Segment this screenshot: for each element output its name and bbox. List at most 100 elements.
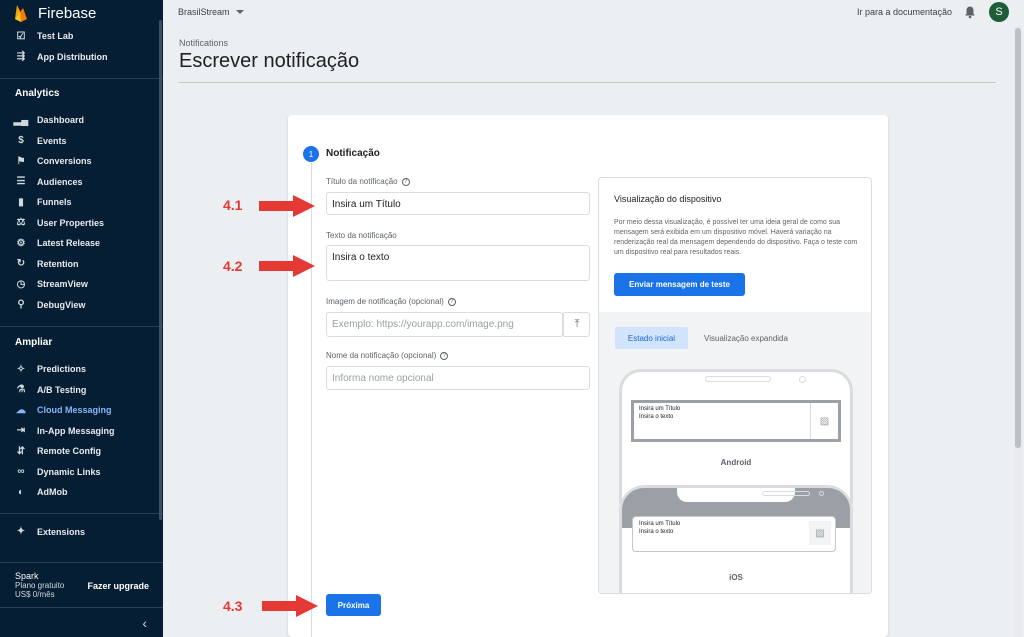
in-app-messaging-icon: ⇥ [16,425,26,437]
tab-expanded-view[interactable]: Visualização expandida [696,327,796,349]
notif-body: Insira o texto [639,529,674,535]
audiences-icon: ☰ [16,176,26,188]
sidebar-scrollbar[interactable] [159,20,162,520]
step-number: 1 [303,146,319,162]
name-label: Nome da notificação (opcional) ? [326,351,449,360]
sidebar-item-remote-config[interactable]: ⇵ Remote Config [0,441,163,462]
notification-name-input[interactable]: Informa nome opcional [326,366,590,390]
remote-config-icon: ⇵ [16,445,26,457]
docs-link[interactable]: Ir para a documentação [857,7,952,17]
sidebar-item-dynamic-links[interactable]: ∞ Dynamic Links [0,462,163,483]
send-test-button[interactable]: Enviar mensagem de teste [614,273,745,296]
image-url-input[interactable]: Exemplo: https://yourapp.com/image.png [326,312,563,337]
latest-release-icon: ⚙ [16,237,26,249]
debug-icon: ⚲ [17,299,25,311]
collapse-sidebar-button[interactable]: ‹ [0,607,163,637]
bell-icon[interactable] [963,5,977,19]
clock-icon: ◷ [16,278,26,290]
cloud-messaging-icon: ☁ [16,404,26,416]
ios-label: iOS [729,573,743,582]
sidebar-item-funnels[interactable]: ▮ Funnels [0,192,163,213]
annotation-label: 4.3 [223,598,243,614]
sidebar-item-in-app-messaging[interactable]: ⇥ In-App Messaging [0,421,163,442]
step-connector [311,163,312,637]
red-arrow-icon [259,195,315,217]
sidebar-item-predictions[interactable]: ✧ Predictions [0,359,163,380]
sidebar-item-streamview[interactable]: ◷ StreamView [0,274,163,295]
ios-notification: Insira um Título Insira o texto ▨ [632,516,836,552]
title-label: Título da notificação ? [326,177,410,186]
red-arrow-icon [259,255,315,277]
sidebar-item-user-properties[interactable]: ⚖ User Properties [0,213,163,234]
camera-shape [799,376,806,383]
project-name: BrasilStream [178,7,230,17]
annotation-label: 4.1 [223,197,243,213]
brand-name: Firebase [38,4,97,22]
plan-info: Spark Plano gratuito US$ 0/mês Fazer upg… [0,562,163,606]
flask-icon: ⚗ [16,384,26,396]
image-placeholder-icon: ▨ [809,521,831,545]
notif-title: Insira um Título [639,521,681,527]
chevron-left-icon: ‹ [142,614,147,631]
sidebar-item-cloud-messaging[interactable]: ☁ Cloud Messaging [0,400,163,421]
sidebar-item-retention[interactable]: ↻ Retention [0,254,163,275]
preview-devices: Estado inicial Visualização expandida In… [599,312,871,593]
topbar: BrasilStream Ir para a documentação S [163,0,1024,26]
preview-description: Por meio dessa visualização, é possível … [614,219,858,256]
help-icon[interactable]: ? [447,297,456,306]
user-properties-icon: ⚖ [16,217,26,229]
sidebar-item-debugview[interactable]: ⚲ DebugView [0,295,163,316]
sidebar-item-audiences[interactable]: ☰ Audiences [0,172,163,193]
plan-price: US$ 0/mês [15,590,55,599]
admob-icon: ◐ [17,486,25,498]
scrollbar-thumb[interactable] [1015,28,1021,448]
avatar[interactable]: S [989,2,1009,22]
sidebar-item-conversions[interactable]: ⚑ Conversions [0,151,163,172]
app-distribution-icon: ⇶ [16,51,26,63]
sidebar: Firebase ☑ Test Lab ⇶ App Distribution A… [0,0,163,637]
upgrade-button[interactable]: Fazer upgrade [87,581,149,591]
sidebar-item-admob[interactable]: ◐ AdMob [0,482,163,503]
sidebar-item-ab-testing[interactable]: ⚗ A/B Testing [0,380,163,401]
flag-icon: ⚑ [16,155,26,167]
help-icon[interactable]: ? [401,177,410,186]
sidebar-item-latest-release[interactable]: ⚙ Latest Release [0,233,163,254]
wand-icon: ✧ [16,363,26,375]
android-notification: Insira um Título Insira o texto ▨ [631,400,841,442]
link-icon: ∞ [17,466,25,478]
image-placeholder-icon: ▨ [810,403,838,439]
page-title: Escrever notificação [179,50,360,72]
project-selector[interactable]: BrasilStream [178,7,244,17]
red-arrow-icon [262,595,318,617]
page-scrollbar[interactable] [1014,26,1022,637]
step-title: Notificação [326,148,380,159]
events-icon: $ [18,135,24,147]
sidebar-item-test-lab[interactable]: ☑ Test Lab [0,26,163,47]
sidebar-item-events[interactable]: $ Events [0,131,163,152]
tab-initial-state[interactable]: Estado inicial [615,327,688,349]
upload-icon[interactable]: ⤒ [563,313,590,336]
sidebar-item-extensions[interactable]: ✦ Extensions [0,522,163,543]
next-button[interactable]: Próxima [326,594,381,616]
plan-name: Spark [15,571,39,581]
brand[interactable]: Firebase [0,0,163,26]
speaker-shape [762,491,810,496]
ios-notch [677,488,824,502]
image-label: Imagem de notificação (opcional) ? [326,297,456,306]
camera-shape [819,491,824,496]
section-ampliar: Ampliar [15,336,53,348]
speaker-shape [705,376,771,382]
annotation-label: 4.2 [223,258,243,274]
section-analytics: Analytics [15,87,60,99]
header-divider [179,82,996,83]
notif-body: Insira o texto [639,414,674,420]
sidebar-item-dashboard[interactable]: ▂▄ Dashboard [0,110,163,131]
notification-title-input[interactable]: Insira um Título [326,192,590,215]
notif-title: Insira um Título [639,406,681,412]
firebase-logo-icon [15,5,27,22]
sidebar-item-app-distribution[interactable]: ⇶ App Distribution [0,47,163,68]
breadcrumb[interactable]: Notifications [179,38,228,48]
help-icon[interactable]: ? [440,351,449,360]
notification-text-input[interactable]: Insira o texto [326,245,590,281]
checklist-icon: ☑ [16,30,26,42]
